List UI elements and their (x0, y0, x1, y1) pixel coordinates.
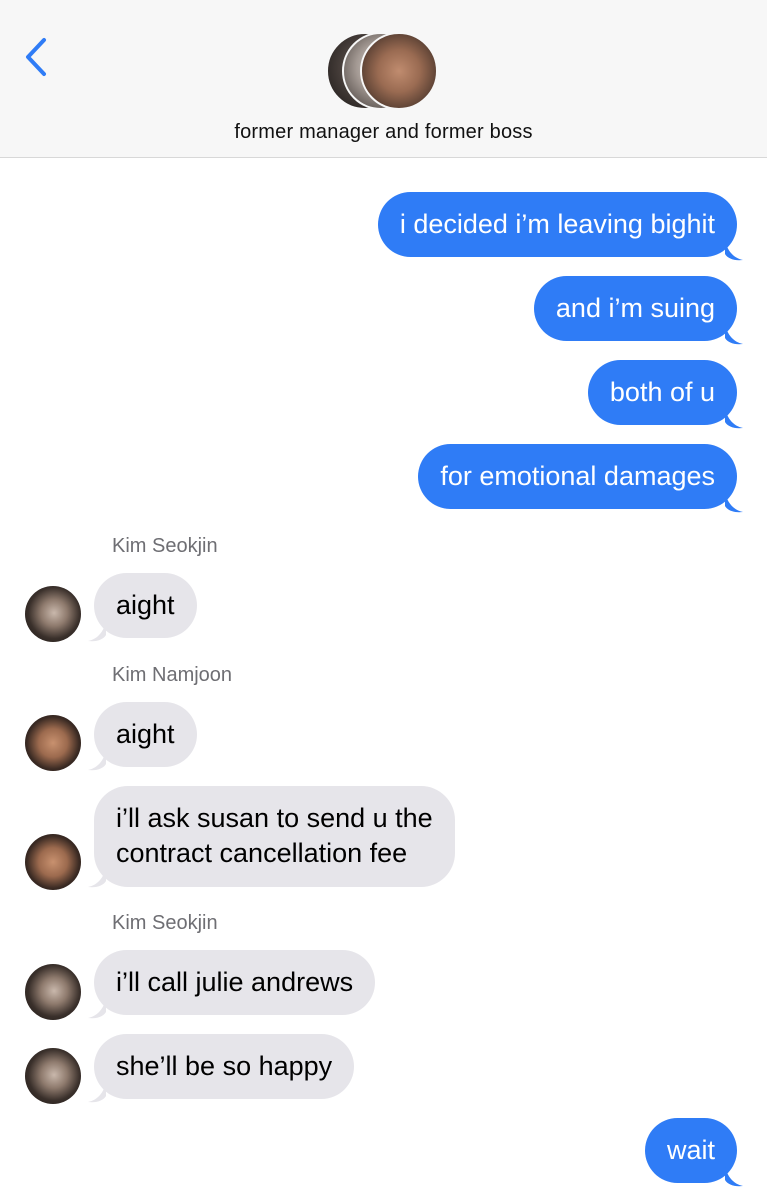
outgoing-message[interactable]: and i’m suing (533, 276, 737, 341)
bubble-tail (88, 998, 106, 1019)
back-button[interactable] (22, 36, 52, 78)
incoming-message[interactable]: aight (94, 573, 197, 638)
message-text: for emotional damages (440, 461, 715, 491)
incoming-message[interactable]: i’ll ask susan to send u the contract ca… (94, 786, 455, 887)
incoming-message[interactable]: she’ll be so happy (94, 1034, 355, 1099)
bubble-tail (725, 240, 743, 261)
bubble-tail (88, 750, 106, 771)
message-text: both of u (609, 377, 715, 407)
outgoing-message[interactable]: i decided i’m leaving bighit (377, 192, 737, 257)
message-text: wait (666, 1135, 715, 1165)
bubble-tail (725, 324, 743, 345)
incoming-message[interactable]: aight (94, 702, 197, 767)
bubble-tail (88, 867, 106, 888)
group-avatar-stack[interactable] (326, 32, 442, 110)
incoming-message[interactable]: i’ll call julie andrews (94, 950, 376, 1015)
sender-name: Kim Namjoon (112, 664, 233, 686)
sender-name: Kim Seokjin (112, 912, 218, 934)
sender-avatar[interactable] (25, 834, 81, 890)
chevron-left-icon (26, 38, 46, 76)
sender-avatar[interactable] (25, 1048, 81, 1104)
message-text: she’ll be so happy (116, 1051, 333, 1081)
sender-avatar[interactable] (25, 715, 81, 771)
message-text: aight (116, 719, 175, 749)
outgoing-message[interactable]: wait (644, 1118, 737, 1183)
outgoing-message[interactable]: for emotional damages (418, 444, 737, 509)
message-text: i’ll call julie andrews (116, 967, 354, 997)
sender-avatar[interactable] (25, 586, 81, 642)
message-text: aight (116, 590, 175, 620)
bubble-tail (725, 408, 743, 429)
bubble-tail (88, 1082, 106, 1103)
bubble-tail (88, 621, 106, 642)
outgoing-message[interactable]: both of u (587, 360, 737, 425)
bubble-tail (725, 492, 743, 513)
message-text: and i’m suing (555, 293, 715, 323)
sender-avatar[interactable] (25, 964, 81, 1020)
sender-name: Kim Seokjin (112, 535, 218, 557)
conversation-title[interactable]: former manager and former boss (0, 121, 767, 144)
message-text-line: i’ll ask susan to send u the (116, 803, 433, 833)
conversation-header: former manager and former boss (0, 0, 767, 158)
participant-avatar (360, 32, 438, 110)
bubble-tail (725, 1166, 743, 1187)
message-text: i decided i’m leaving bighit (399, 209, 715, 239)
message-text-line: contract cancellation fee (116, 838, 408, 868)
